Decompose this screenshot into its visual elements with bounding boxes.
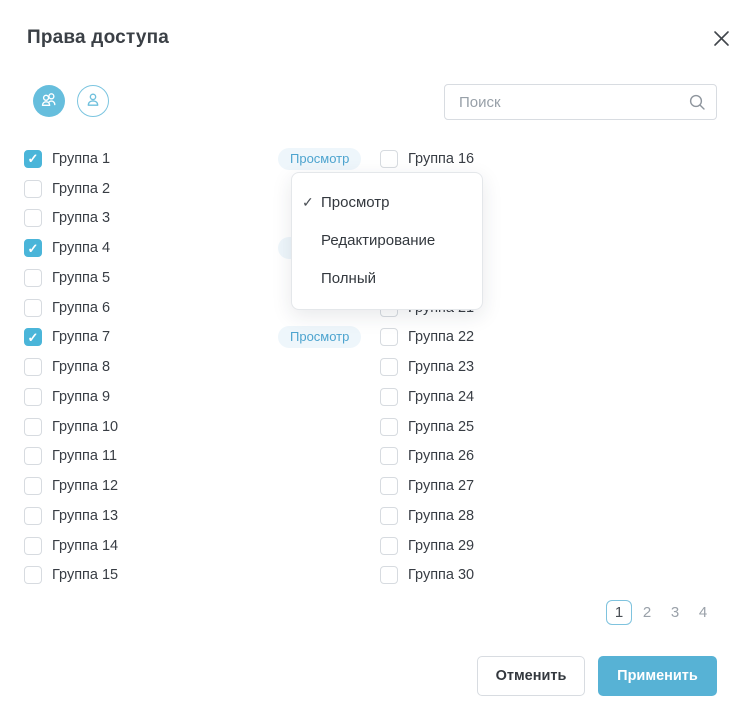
group-row: Группа 23 <box>380 352 720 382</box>
group-checkbox[interactable] <box>24 507 42 525</box>
group-row: Группа 30 <box>380 561 720 591</box>
group-row: Группа 10 <box>24 412 364 442</box>
group-row: Группа 27 <box>380 471 720 501</box>
check-icon: ✓ <box>302 194 321 211</box>
group-row: Группа 14 <box>24 531 364 561</box>
group-checkbox[interactable] <box>24 388 42 406</box>
group-label: Группа 8 <box>52 359 110 375</box>
group-label: Группа 22 <box>408 329 474 345</box>
group-label: Группа 30 <box>408 567 474 583</box>
group-label: Группа 3 <box>52 210 110 226</box>
pagination-page[interactable]: 1 <box>606 600 632 625</box>
group-row: Группа 11 <box>24 442 364 472</box>
group-checkbox[interactable] <box>380 358 398 376</box>
dropdown-item-label: Полный <box>321 270 376 287</box>
group-label: Группа 1 <box>52 151 110 167</box>
dropdown-item[interactable]: ✓ Просмотр <box>292 183 482 221</box>
group-checkbox[interactable] <box>24 269 42 287</box>
cancel-button[interactable]: Отменить <box>477 656 585 696</box>
search-input[interactable] <box>444 84 717 120</box>
dropdown-item[interactable]: Редактирование <box>292 221 482 259</box>
dropdown-item-label: Просмотр <box>321 194 390 211</box>
group-row: Группа 26 <box>380 442 720 472</box>
group-checkbox[interactable] <box>380 537 398 555</box>
access-level-badge[interactable]: Просмотр <box>278 148 361 170</box>
group-checkbox[interactable] <box>24 537 42 555</box>
group-label: Группа 12 <box>52 478 118 494</box>
pagination-page[interactable]: 2 <box>634 600 660 625</box>
group-label: Группа 26 <box>408 448 474 464</box>
group-label: Группа 24 <box>408 389 474 405</box>
group-checkbox[interactable] <box>24 358 42 376</box>
pagination-page[interactable]: 3 <box>662 600 688 625</box>
group-label: Группа 10 <box>52 419 118 435</box>
group-label: Группа 2 <box>52 181 110 197</box>
filter-users-button[interactable] <box>77 85 109 117</box>
group-checkbox[interactable] <box>24 418 42 436</box>
group-label: Группа 4 <box>52 240 110 256</box>
group-checkbox[interactable] <box>24 239 42 257</box>
group-checkbox[interactable] <box>24 477 42 495</box>
access-rights-modal: Права доступа <box>0 0 740 718</box>
group-checkbox[interactable] <box>24 150 42 168</box>
group-checkbox[interactable] <box>380 328 398 346</box>
filter-groups-button[interactable] <box>33 85 65 117</box>
group-row: Группа 16 <box>380 144 720 174</box>
group-label: Группа 16 <box>408 151 474 167</box>
access-level-badge[interactable]: Просмотр <box>278 326 361 348</box>
group-label: Группа 5 <box>52 270 110 286</box>
group-row: Группа 28 <box>380 501 720 531</box>
people-group-icon <box>38 89 60 114</box>
dropdown-item-label: Редактирование <box>321 232 435 249</box>
group-label: Группа 25 <box>408 419 474 435</box>
group-label: Группа 27 <box>408 478 474 494</box>
group-checkbox[interactable] <box>24 566 42 584</box>
group-label: Группа 14 <box>52 538 118 554</box>
group-checkbox[interactable] <box>24 209 42 227</box>
group-checkbox[interactable] <box>380 388 398 406</box>
group-checkbox[interactable] <box>24 328 42 346</box>
group-row: Группа 29 <box>380 531 720 561</box>
group-checkbox[interactable] <box>24 299 42 317</box>
access-level-dropdown: ✓ Просмотр Редактирование Полный <box>291 172 483 310</box>
search-box <box>444 84 717 120</box>
group-row: Группа 22 <box>380 323 720 353</box>
group-row: Группа 12 <box>24 471 364 501</box>
pagination-page[interactable]: 4 <box>690 600 716 625</box>
close-icon <box>713 30 730 50</box>
pagination: 1234 <box>606 600 716 625</box>
group-checkbox[interactable] <box>380 150 398 168</box>
dropdown-item[interactable]: Полный <box>292 259 482 297</box>
group-checkbox[interactable] <box>380 507 398 525</box>
group-label: Группа 6 <box>52 300 110 316</box>
page-title: Права доступа <box>27 27 169 49</box>
group-label: Группа 11 <box>52 448 117 464</box>
view-filters <box>33 85 109 117</box>
group-checkbox[interactable] <box>24 447 42 465</box>
group-checkbox[interactable] <box>380 566 398 584</box>
group-checkbox[interactable] <box>380 477 398 495</box>
group-row: Группа 9 <box>24 382 364 412</box>
group-checkbox[interactable] <box>380 447 398 465</box>
group-label: Группа 29 <box>408 538 474 554</box>
group-row: Группа 24 <box>380 382 720 412</box>
group-label: Группа 9 <box>52 389 110 405</box>
group-row: Группа 25 <box>380 412 720 442</box>
group-checkbox[interactable] <box>380 418 398 436</box>
group-row: Группа 8 <box>24 352 364 382</box>
person-icon <box>82 89 104 114</box>
group-row: Группа 13 <box>24 501 364 531</box>
group-label: Группа 23 <box>408 359 474 375</box>
group-checkbox[interactable] <box>24 180 42 198</box>
close-button[interactable] <box>708 27 734 53</box>
group-row: Группа 1 Просмотр <box>24 144 364 174</box>
group-label: Группа 15 <box>52 567 118 583</box>
group-label: Группа 28 <box>408 508 474 524</box>
group-row: Группа 7 Просмотр <box>24 323 364 353</box>
apply-button[interactable]: Применить <box>598 656 717 696</box>
group-row: Группа 15 <box>24 561 364 591</box>
group-label: Группа 7 <box>52 329 110 345</box>
group-label: Группа 13 <box>52 508 118 524</box>
